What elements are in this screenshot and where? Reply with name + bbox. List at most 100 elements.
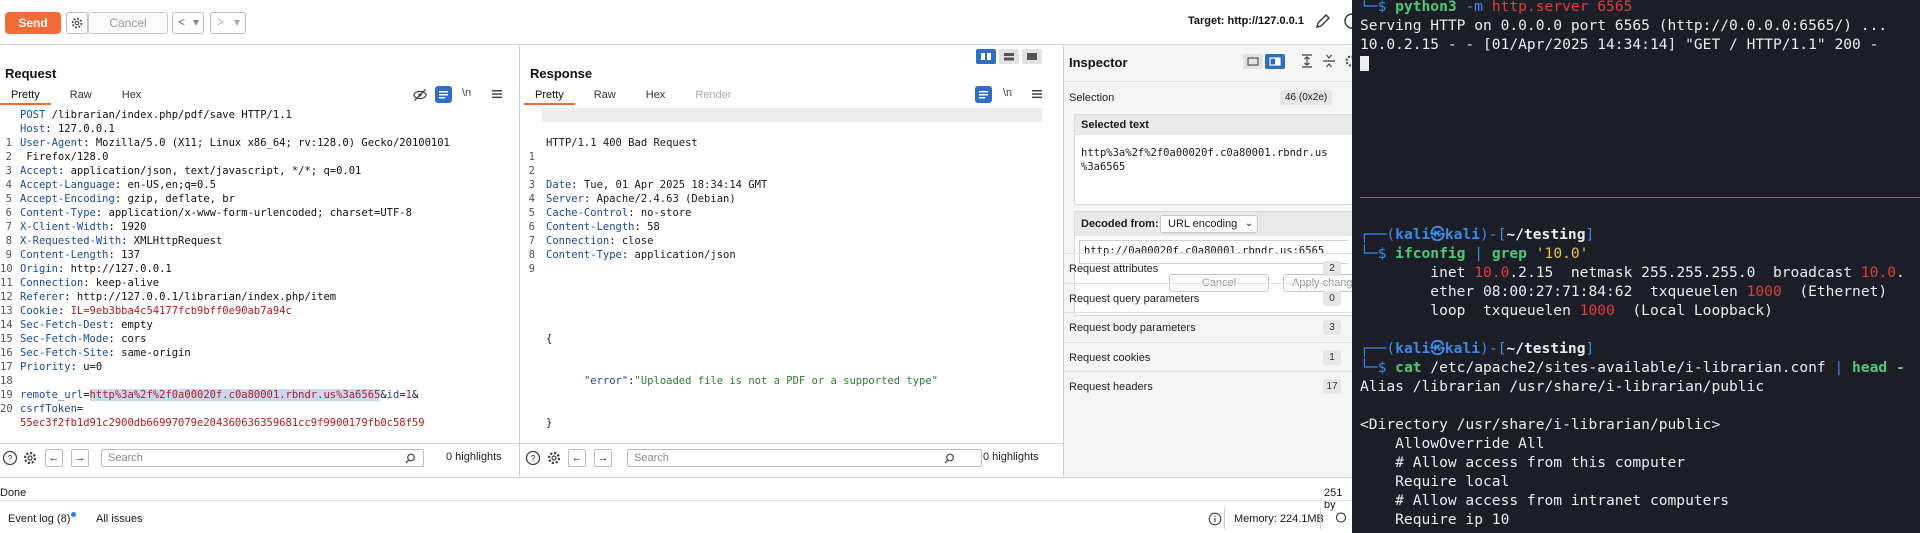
inspector-layout-b[interactable] [1265,54,1285,69]
collapse-button[interactable] [1322,53,1336,69]
inspector-section-row[interactable]: Request cookies 1 [1064,341,1352,372]
pretty-print-toggle[interactable] [435,86,452,103]
inspector-section-row[interactable]: Request attributes 2 [1064,253,1352,283]
terminal-line: Serving HTTP on 0.0.0.0 port 6565 (http:… [1360,17,1888,34]
inspector-layout-a[interactable] [1243,54,1263,69]
info-icon[interactable] [1208,512,1222,526]
inspector-section-row[interactable]: Request headers 17 [1064,371,1352,401]
newline-toggle[interactable]: \n [1003,87,1012,99]
header-name: Origin [20,263,58,275]
tab-raw[interactable]: Raw [59,87,103,105]
inspector-section-row[interactable]: Request query parameters 0 [1064,282,1352,313]
search-icon [405,453,415,464]
gear-icon[interactable] [546,450,562,466]
rows-icon [1004,53,1014,61]
encoding-dropdown[interactable]: URL encoding ⌄ [1160,215,1259,233]
request-header-line: Cookie: IL=9eb3bba4c54177fcb9bff0e90ab7a… [20,304,450,318]
response-search-input[interactable]: Search [627,449,982,467]
equals: = [83,389,90,401]
section-label: Request headers [1069,381,1153,393]
header-value: : application/json [621,249,736,261]
event-log-tab[interactable]: Event log (8) [8,512,77,525]
hide-nonprintable-button[interactable] [412,87,428,103]
help-button[interactable] [1342,12,1352,30]
request-code: POST /librarian/index.php/pdf/save HTTP/… [20,108,450,430]
tab-render[interactable]: Render [684,87,742,105]
section-count: 1 [1323,349,1341,365]
send-button[interactable]: Send [5,12,61,34]
newline-toggle[interactable]: \n [462,87,471,99]
header-value: : http://127.0.0.1 [57,263,172,275]
response-editor[interactable]: 1 2 3 4 5 6 7 8 9 HTTP/1.1 400 Bad Request Date:… [520,108,1063,438]
settings-gear-button[interactable] [66,12,88,34]
terminal-window[interactable]: └─$ python3 -m http.server 6565 Serving … [1352,0,1920,533]
divider [1224,507,1225,529]
help-circle-icon[interactable]: ? [2,450,18,466]
request-body-line: remote_url=http%3a%2f%2f0a00020f.c0a8000… [20,388,450,402]
search-prev-button[interactable]: ← [568,449,586,467]
settings-button[interactable] [1342,53,1352,69]
request-header-line: Origin: http://127.0.0.1 [20,262,450,276]
forward-button[interactable]: > ▾ [210,12,246,34]
request-header-line: POST /librarian/index.php/pdf/save HTTP/… [20,108,450,122]
inspector-title: Inspector [1069,55,1128,70]
edit-target-button[interactable] [1314,12,1332,30]
all-issues-tab[interactable]: All issues [96,513,142,525]
header-name: X-Requested-With [20,235,122,247]
request-header-line: Priority: u=0 [20,360,450,374]
pretty-print-toggle[interactable] [975,86,992,103]
header-value: : en-US,en;q=0.5 [114,179,216,191]
layout-stacked-button[interactable] [999,49,1019,64]
tab-pretty[interactable]: Pretty [0,87,51,105]
ampersand: & [411,389,419,401]
header-name: Content-Length [20,249,109,261]
help-circle-icon[interactable]: ? [525,450,541,466]
decoded-header: Decoded from: URL encoding ⌄ [1075,212,1352,236]
panel-icon [1247,57,1259,66]
response-status-line: HTTP/1.1 400 Bad Request [546,137,698,149]
param-value-selected: http%3a%2f%2f0a00020f.c0a80001.rbndr.us%… [89,389,381,401]
search-next-button[interactable]: → [71,449,89,467]
search-prev-button[interactable]: ← [45,449,63,467]
target-label: Target: http://127.0.0.1 [1188,15,1304,27]
request-search-input[interactable]: Search [101,449,424,467]
request-editor[interactable]: 1 2 3 4 5 6 7 8 9 10 11 12 13 14 15 16 17 18 19 20 POST /li… [0,108,519,438]
request-header-line: Accept-Language: en-US,en;q=0.5 [20,178,450,192]
request-search-bar: ? ← → Search 0 highlights [0,443,519,470]
section-label: Request attributes [1069,263,1159,275]
request-header-line: X-Client-Width: 1920 [20,220,450,234]
line-number: 3 [528,179,535,191]
header-value: : cors [108,333,147,345]
header-value: : Mozilla/5.0 (X11; Linux x86_64; rv:128… [83,137,450,149]
menu-button[interactable] [1030,87,1044,101]
line-number: 2 [528,165,535,177]
line-number: 8 [528,249,535,261]
cancel-button[interactable]: Cancel [88,12,168,34]
request-body-line: csrfToken= [20,402,450,416]
gear-icon[interactable] [22,450,38,466]
terminal-line: └─$ cat /etc/apache2/sites-available/i-l… [1360,359,1905,376]
lines-icon [979,91,988,99]
response-header-line: Date: Tue, 01 Apr 2025 18:34:14 GMT [546,178,938,192]
tab-hex[interactable]: Hex [111,87,153,105]
layout-side-by-side-button[interactable] [976,49,996,64]
tab-hex[interactable]: Hex [635,87,677,105]
chevron-down-icon: ▾ [234,15,241,29]
menu-button[interactable] [490,87,504,101]
search-icon[interactable] [1332,511,1348,527]
tab-pretty[interactable]: Pretty [524,87,575,105]
layout-tabs-button[interactable] [1022,49,1042,64]
terminal-line: inet 10.0.2.15 netmask 255.255.255.0 bro… [1360,264,1905,281]
chevron-down-icon: ⌄ [1244,218,1254,229]
inspector-section-row[interactable]: Request body parameters 3 [1064,312,1352,342]
expand-button[interactable] [1300,53,1314,69]
terminal-line: <Directory /usr/share/i-librarian/public… [1360,416,1721,433]
search-next-button[interactable]: → [594,449,612,467]
back-button[interactable]: < ▾ [172,12,204,34]
line-number: 6 [5,207,12,219]
header-value: : gzip, deflate, br [114,193,235,205]
tab-raw[interactable]: Raw [583,87,627,105]
section-count: 2 [1323,261,1341,276]
header-name: Content-Length [546,221,635,233]
